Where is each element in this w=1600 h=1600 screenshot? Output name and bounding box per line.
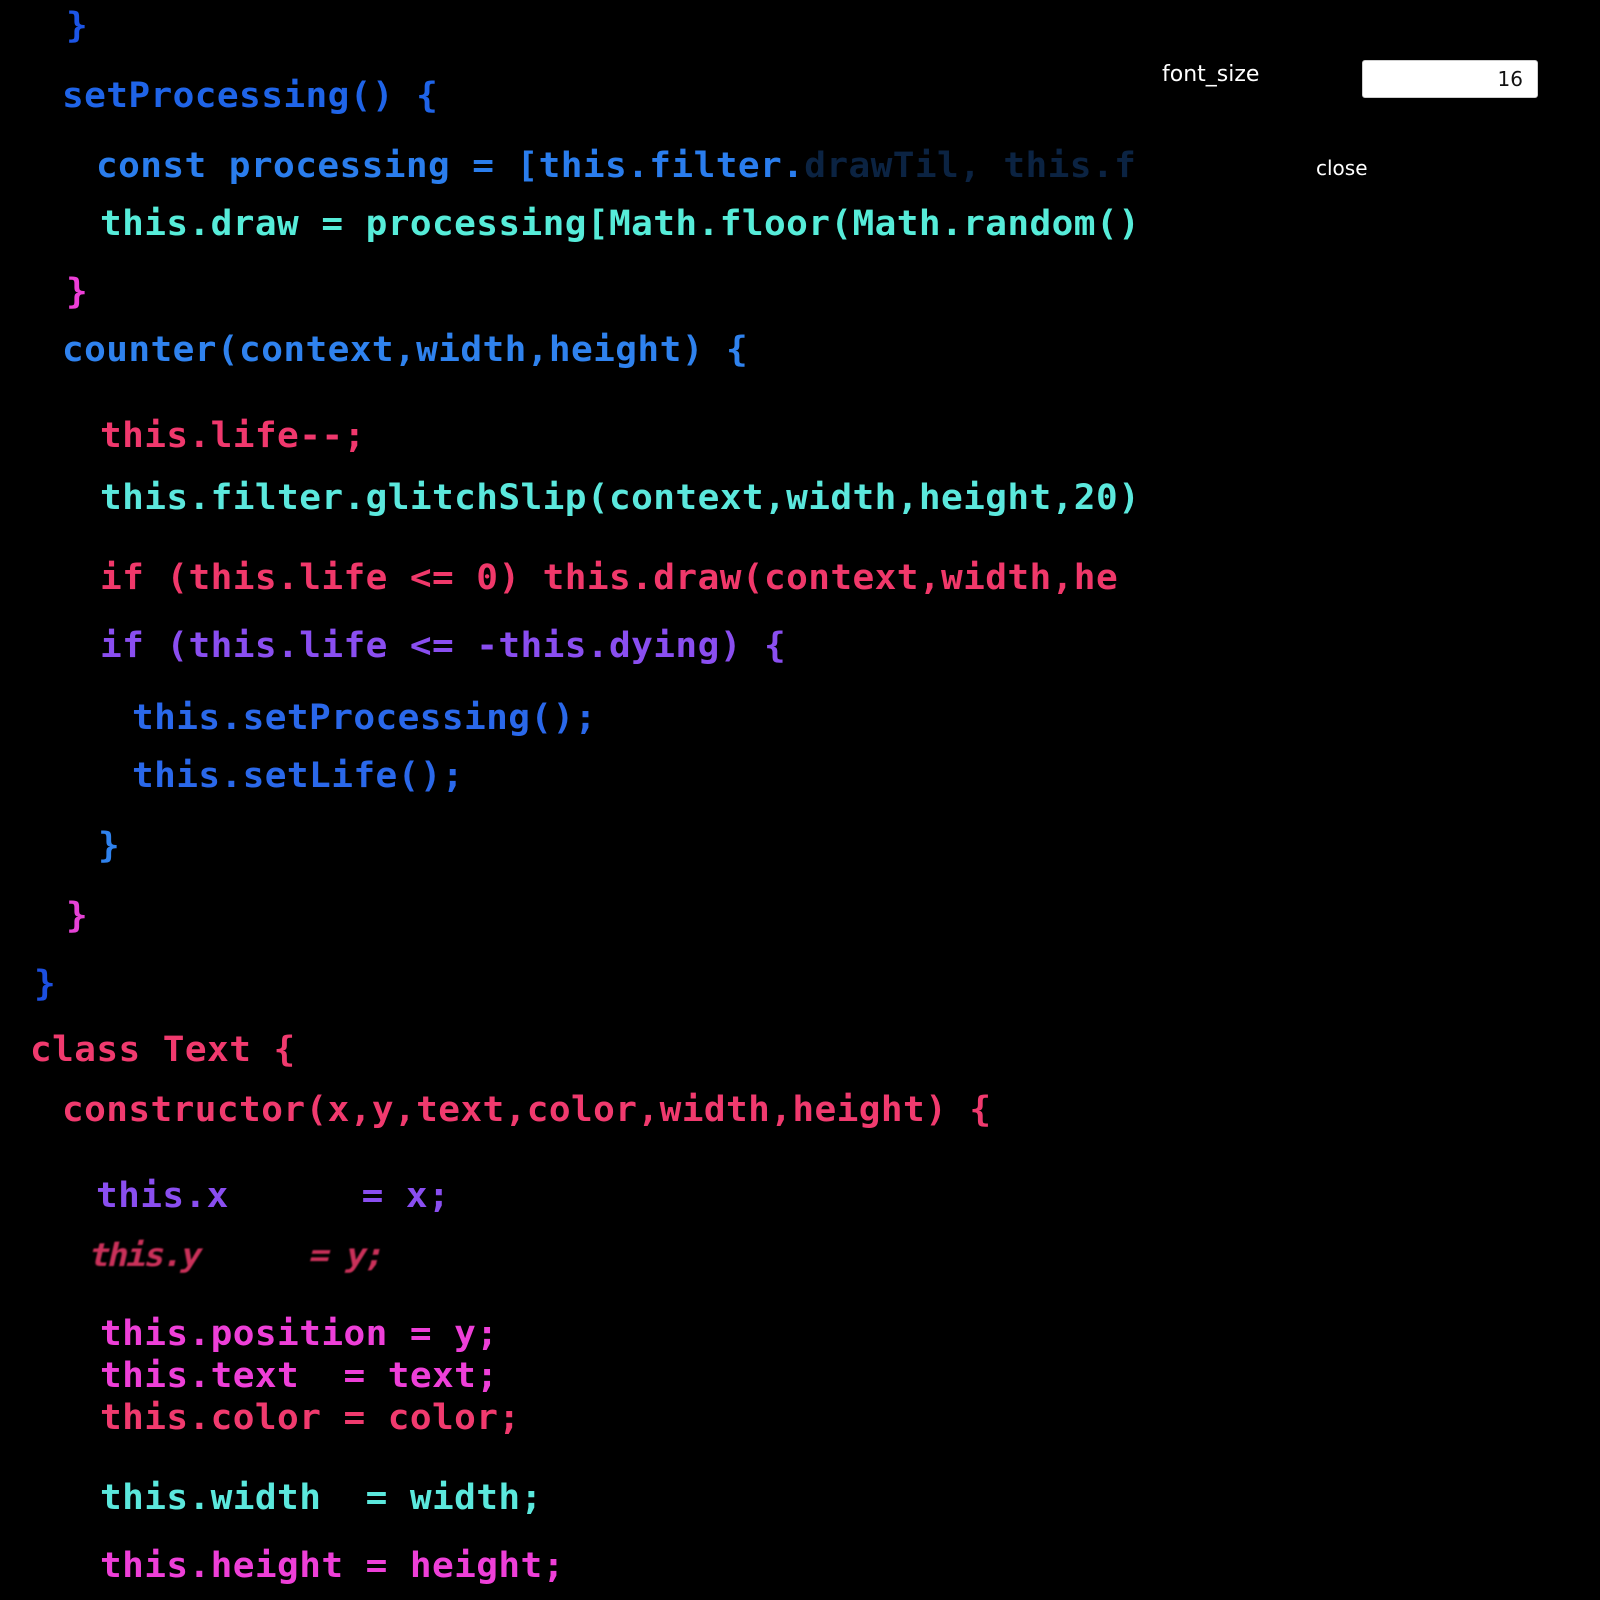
code-text: this.color = color; (100, 1397, 521, 1438)
code-line-const-processing: const processing = [this.filter.drawTil,… (96, 145, 1137, 186)
code-line-life-decrement: this.life--; (100, 415, 366, 456)
font-size-label: font_size (1162, 62, 1260, 87)
code-line-set-processing-call: this.setProcessing(); (132, 697, 597, 738)
code-line-this-draw-assign: this.draw = processing[Math.floor(Math.r… (100, 203, 1141, 244)
code-text: this.draw = processing[Math.floor(Math.r… (100, 203, 1141, 244)
code-text: constructor(x,y,text,color,width,height)… (62, 1089, 992, 1130)
code-text: this.y = y; (85, 1237, 388, 1274)
code-canvas: } setProcessing() { const processing = [th… (0, 0, 1600, 1600)
code-text: } (66, 271, 89, 312)
code-line-set-processing-decl: setProcessing() { (62, 75, 439, 116)
code-text: this.setProcessing(); (132, 697, 597, 738)
code-text: this.setLife(); (132, 755, 464, 796)
code-text: } (34, 963, 57, 1004)
code-text-faded: drawTil, this.f (804, 145, 1137, 186)
code-text: } (66, 5, 89, 46)
code-text: class Text { (30, 1029, 296, 1070)
code-text: const processing = [this.filter. (96, 145, 805, 186)
code-text: } (98, 825, 121, 866)
code-text: } (66, 895, 89, 936)
code-text: this.life--; (100, 415, 366, 456)
code-text: if (this.life <= -this.dying) { (100, 625, 787, 666)
code-text: this.filter.glitchSlip(context,width,hei… (100, 477, 1141, 518)
code-line-close-brace-1: } (66, 5, 89, 46)
code-text: setProcessing() { (62, 75, 439, 116)
code-text: this.height = height; (100, 1545, 565, 1586)
code-line-close-brace-5: } (34, 963, 57, 1004)
code-text: this.position = y; (100, 1313, 499, 1354)
code-line-close-brace-4: } (66, 895, 89, 936)
code-line-this-y-assign: this.y = y; (85, 1237, 388, 1274)
code-line-this-position-assign: this.position = y; (100, 1313, 499, 1354)
code-line-glitch-slip-call: this.filter.glitchSlip(context,width,hei… (100, 477, 1141, 518)
code-line-if-life-dying: if (this.life <= -this.dying) { (100, 625, 787, 666)
code-text: this.text = text; (100, 1355, 499, 1396)
code-line-counter-decl: counter(context,width,height) { (62, 329, 749, 370)
close-button[interactable]: close (1316, 156, 1368, 180)
code-line-if-life-zero: if (this.life <= 0) this.draw(context,wi… (100, 557, 1119, 598)
code-text: this.width = width; (100, 1477, 543, 1518)
font-size-input[interactable] (1362, 60, 1538, 98)
code-line-this-width-assign: this.width = width; (100, 1477, 543, 1518)
code-line-this-height-assign: this.height = height; (100, 1545, 565, 1586)
code-line-class-text-decl: class Text { (30, 1029, 296, 1070)
code-text: this.x = x; (96, 1175, 451, 1216)
code-line-constructor-decl: constructor(x,y,text,color,width,height)… (62, 1089, 992, 1130)
code-text: if (this.life <= 0) this.draw(context,wi… (100, 557, 1119, 598)
code-line-close-brace-3: } (98, 825, 121, 866)
code-line-this-color-assign: this.color = color; (100, 1397, 521, 1438)
code-line-close-brace-2: } (66, 271, 89, 312)
code-line-set-life-call: this.setLife(); (132, 755, 464, 796)
code-text: counter(context,width,height) { (62, 329, 749, 370)
code-line-this-x-assign: this.x = x; (96, 1175, 451, 1216)
code-line-this-text-assign: this.text = text; (100, 1355, 499, 1396)
